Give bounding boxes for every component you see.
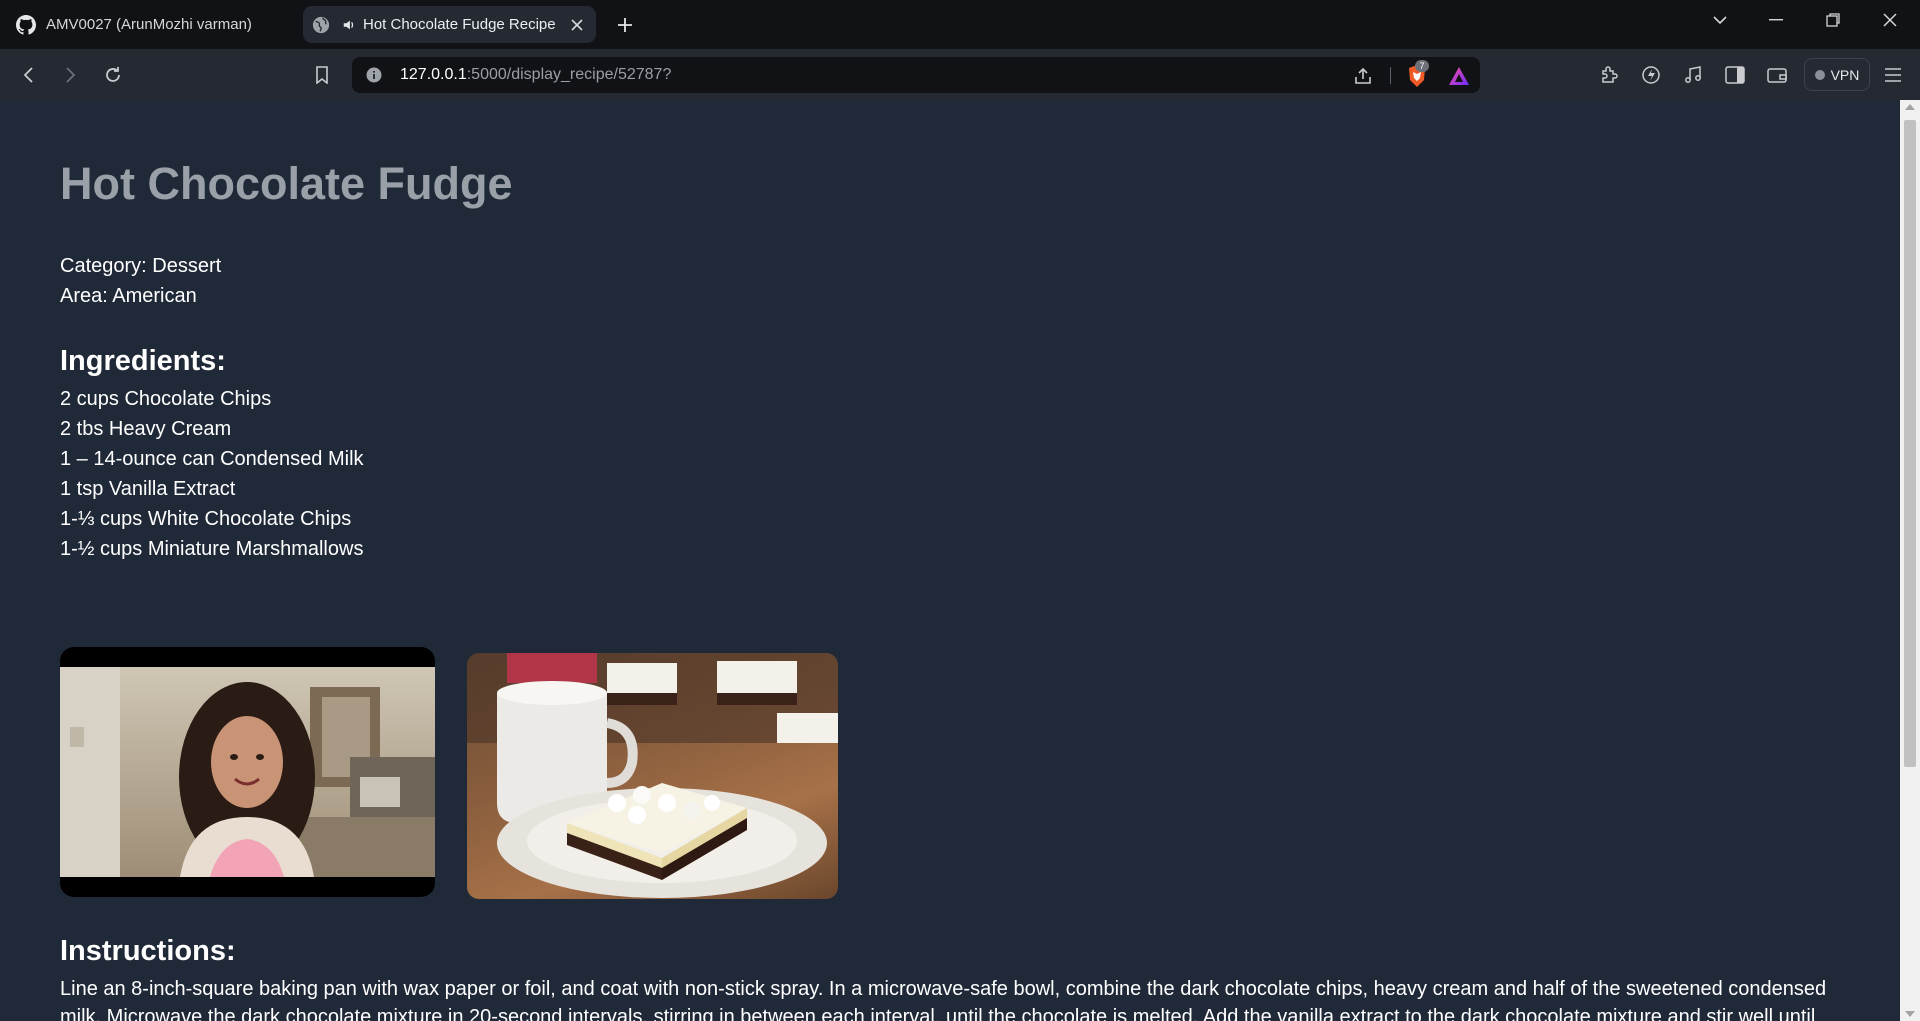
tab-search-chevron-icon[interactable] — [1701, 8, 1739, 32]
github-icon — [16, 14, 36, 35]
recipe-title: Hot Chocolate Fudge — [60, 158, 513, 209]
ingredient-item: 2 cups Chocolate Chips — [60, 388, 272, 410]
back-button[interactable] — [14, 60, 44, 90]
tab-github[interactable]: AMV0027 (ArunMozhi varman) — [8, 6, 298, 43]
url-host: 127.0.0.1 — [400, 66, 467, 83]
sidebar-toggle-icon[interactable] — [1720, 60, 1750, 90]
recipe-category: Category: Dessert — [60, 255, 222, 277]
page-scrollbar[interactable] — [1900, 100, 1920, 1021]
ingredients-heading: Ingredients: — [60, 345, 226, 377]
brave-rewards-icon[interactable] — [1446, 63, 1472, 89]
menu-hamburger-icon[interactable] — [1878, 60, 1908, 90]
tab-label: Hot Chocolate Fudge Recipe — [363, 16, 556, 33]
ingredient-item: 1-⅓ cups White Chocolate Chips — [60, 508, 352, 530]
ingredient-item: 1 tsp Vanilla Extract — [60, 478, 236, 500]
share-icon[interactable] — [1350, 63, 1376, 89]
tab-close-icon[interactable] — [566, 14, 588, 36]
scroll-up-icon[interactable] — [1905, 104, 1915, 110]
ingredients-list: 2 cups Chocolate Chips 2 tbs Heavy Cream… — [60, 384, 364, 564]
tab-recipe[interactable]: Hot Chocolate Fudge Recipe — [303, 6, 596, 43]
new-tab-button[interactable] — [612, 12, 638, 38]
vpn-status-dot — [1814, 69, 1825, 80]
video-frame — [60, 667, 435, 877]
instructions-text: Line an 8-inch-square baking pan with wa… — [60, 978, 1827, 1021]
browser-toolbar: 127.0.0.1:5000/display_recipe/52787? 7 V… — [0, 49, 1920, 100]
shields-count-badge: 7 — [1415, 60, 1429, 72]
bookmark-icon[interactable] — [307, 60, 337, 90]
scroll-down-icon[interactable] — [1905, 1011, 1915, 1017]
leo-ai-icon[interactable] — [1636, 60, 1666, 90]
omnibox-divider — [1390, 67, 1391, 84]
scrollbar-thumb[interactable] — [1904, 120, 1916, 767]
ingredient-item: 1-½ cups Miniature Marshmallows — [60, 538, 364, 560]
restore-button[interactable] — [1814, 8, 1852, 32]
tab-strip: AMV0027 (ArunMozhi varman) Hot Chocolate… — [0, 0, 1920, 49]
extensions-icon[interactable] — [1594, 60, 1624, 90]
instructions-heading: Instructions: — [60, 935, 236, 967]
vpn-button[interactable]: VPN — [1804, 58, 1870, 91]
page-content: Hot Chocolate Fudge Category: Dessert Ar… — [0, 100, 1900, 1021]
speaker-icon[interactable] — [341, 15, 357, 35]
vpn-label: VPN — [1830, 66, 1860, 83]
url-path: :5000/display_recipe/52787? — [466, 66, 672, 83]
tab-label: AMV0027 (ArunMozhi varman) — [46, 16, 252, 33]
close-window-button[interactable] — [1871, 8, 1909, 32]
recipe-video-player[interactable] — [60, 647, 435, 897]
recipe-area: Area: American — [60, 285, 197, 307]
ingredient-item: 2 tbs Heavy Cream — [60, 418, 232, 440]
media-music-icon[interactable] — [1678, 60, 1708, 90]
forward-button[interactable] — [55, 60, 85, 90]
ingredient-item: 1 – 14-ounce can Condensed Milk — [60, 448, 364, 470]
recipe-image — [467, 653, 838, 899]
url-text: 127.0.0.1:5000/display_recipe/52787? — [400, 66, 671, 84]
address-bar[interactable]: 127.0.0.1:5000/display_recipe/52787? 7 — [352, 57, 1480, 93]
minimize-button[interactable] — [1757, 8, 1795, 32]
wallet-icon[interactable] — [1762, 60, 1792, 90]
site-info-icon[interactable] — [364, 65, 384, 85]
reload-button[interactable] — [98, 60, 128, 90]
globe-icon — [311, 15, 331, 35]
